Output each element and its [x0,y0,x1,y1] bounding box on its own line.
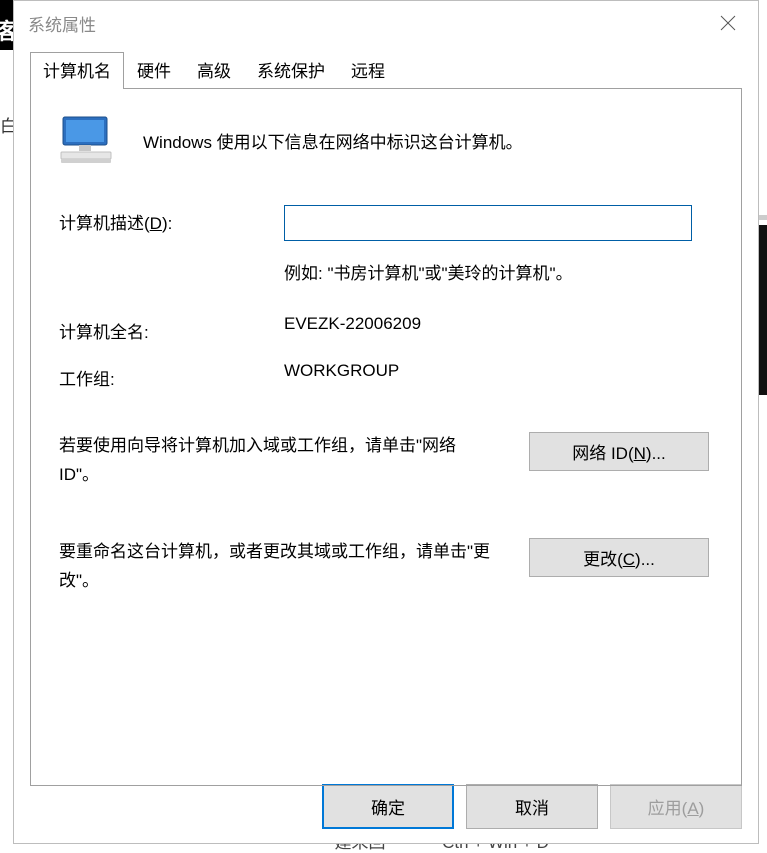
apply-button[interactable]: 应用(A) [610,784,742,829]
value-full-computer-name: EVEZK-22006209 [284,314,713,343]
dialog-footer: 确定 取消 应用(A) [30,784,742,829]
tab-computer-name[interactable]: 计算机名 [30,52,124,89]
system-properties-dialog: 系统属性 计算机名 硬件 高级 系统保护 远程 [13,0,759,844]
change-text: 要重命名这台计算机，或者更改其域或工作组，请单击"更改"。 [59,538,529,596]
tab-page: Windows 使用以下信息在网络中标识这台计算机。 计算机描述(D): 例如:… [30,88,742,786]
tab-system-protect[interactable]: 系统保护 [244,51,338,88]
tab-strip: 计算机名 硬件 高级 系统保护 远程 [30,51,742,88]
label-workgroup: 工作组: [59,361,284,390]
computer-description-hint: 例如: "书房计算机"或"美玲的计算机"。 [284,259,713,284]
computer-icon [59,115,113,165]
computer-description-input[interactable] [284,205,692,241]
close-button[interactable] [698,1,758,45]
value-workgroup: WORKGROUP [284,361,713,390]
tab-remote[interactable]: 远程 [338,51,398,88]
dialog-client-area: 计算机名 硬件 高级 系统保护 远程 Windows 使用以下信息在网络中标识这… [14,45,758,843]
close-icon [720,15,736,31]
cancel-button[interactable]: 取消 [466,784,598,829]
intro-text: Windows 使用以下信息在网络中标识这台计算机。 [143,128,523,153]
tab-advanced[interactable]: 高级 [184,51,244,88]
ok-button[interactable]: 确定 [322,784,454,829]
titlebar: 系统属性 [14,1,758,45]
network-id-text: 若要使用向导将计算机加入域或工作组，请单击"网络 ID"。 [59,432,529,490]
window-title: 系统属性 [28,11,96,36]
label-computer-description: 计算机描述(D): [59,205,284,241]
bg-right-fragment [759,225,767,395]
label-full-computer-name: 计算机全名: [59,314,284,343]
network-id-button[interactable]: 网络 ID(N)... [529,432,709,471]
tab-hardware[interactable]: 硬件 [124,51,184,88]
change-button[interactable]: 更改(C)... [529,538,709,577]
